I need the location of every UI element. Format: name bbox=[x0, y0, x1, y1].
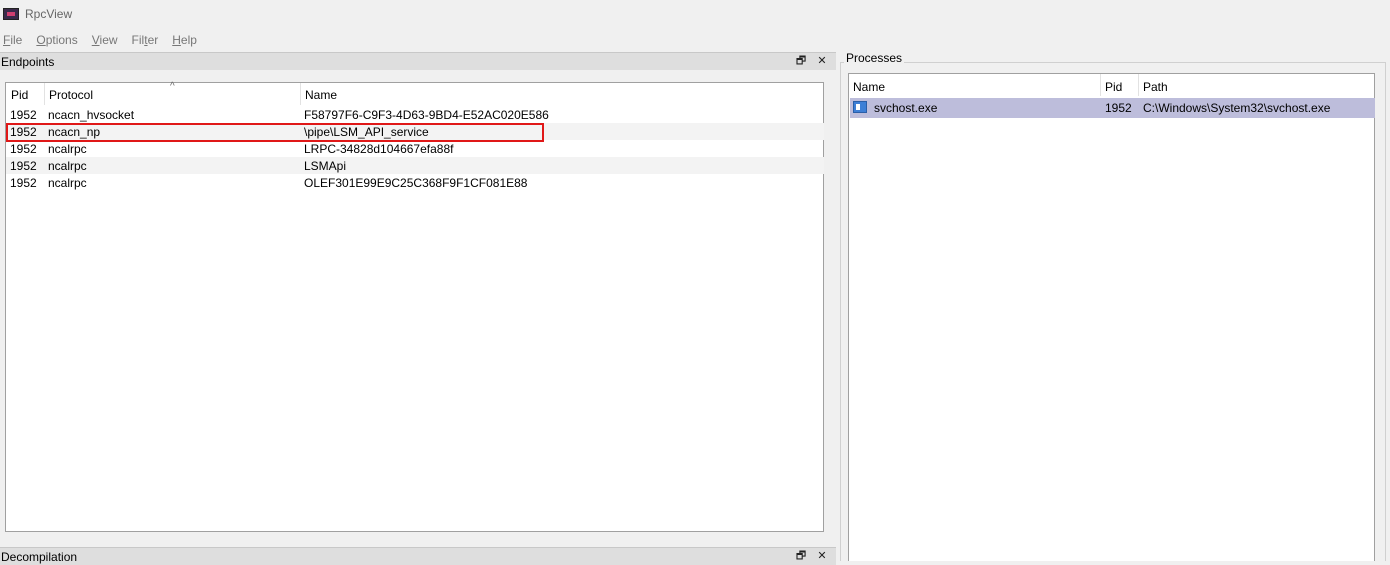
cell-pid: 1952 bbox=[10, 142, 37, 156]
cell-process-pid: 1952 bbox=[1105, 101, 1132, 115]
highlight-annotation-box bbox=[6, 123, 544, 142]
rpcview-app-icon bbox=[3, 8, 19, 20]
column-header-protocol[interactable]: Protocol bbox=[49, 88, 93, 102]
menu-view[interactable]: View bbox=[89, 33, 122, 47]
process-window-icon bbox=[853, 101, 867, 113]
menu-bar: File Options View Filter Help bbox=[0, 30, 1390, 50]
cell-name: F58797F6-C9F3-4D63-9BD4-E52AC020E586 bbox=[304, 108, 549, 122]
menu-filter[interactable]: Filter bbox=[129, 33, 163, 47]
title-bar: RpcView bbox=[0, 0, 1390, 28]
process-row-selected[interactable]: svchost.exe 1952 C:\Windows\System32\svc… bbox=[850, 98, 1375, 118]
column-header-pid[interactable]: Pid bbox=[1105, 80, 1122, 94]
table-row[interactable]: 1952 ncalrpc LRPC-34828d104667efa88f bbox=[6, 140, 824, 157]
column-divider[interactable] bbox=[44, 83, 45, 105]
restore-icon[interactable]: 🗗 bbox=[794, 53, 808, 69]
menu-options[interactable]: Options bbox=[33, 33, 81, 47]
sort-indicator-icon: ^ bbox=[170, 81, 175, 92]
column-divider[interactable] bbox=[1138, 74, 1139, 96]
cell-name: OLEF301E99E9C25C368F9F1CF081E88 bbox=[304, 176, 528, 190]
cell-name: LRPC-34828d104667efa88f bbox=[304, 142, 454, 156]
column-header-name[interactable]: Name bbox=[853, 80, 885, 94]
table-row[interactable]: 1952 ncacn_hvsocket F58797F6-C9F3-4D63-9… bbox=[6, 106, 824, 123]
cell-protocol: ncacn_hvsocket bbox=[48, 108, 135, 122]
cell-protocol: ncalrpc bbox=[48, 142, 87, 156]
menu-help[interactable]: Help bbox=[169, 33, 201, 47]
endpoints-table-header: ^ Pid Protocol Name bbox=[6, 81, 823, 105]
endpoints-panel-title: Endpoints bbox=[1, 54, 55, 69]
cell-pid: 1952 bbox=[10, 176, 37, 190]
close-icon[interactable]: ✕ bbox=[815, 548, 829, 564]
table-row[interactable]: 1952 ncalrpc LSMApi bbox=[6, 157, 824, 174]
decompilation-panel-header: Decompilation 🗗 ✕ bbox=[0, 547, 836, 565]
column-divider[interactable] bbox=[300, 83, 301, 105]
cell-process-name: svchost.exe bbox=[874, 101, 938, 115]
menu-file[interactable]: File bbox=[0, 33, 26, 47]
column-header-path[interactable]: Path bbox=[1143, 80, 1168, 94]
endpoints-panel-header: Endpoints 🗗 ✕ bbox=[0, 52, 836, 70]
processes-table: Name Pid Path svchost.exe 1952 C:\Window… bbox=[848, 73, 1375, 561]
cell-protocol: ncalrpc bbox=[48, 159, 87, 173]
column-header-name[interactable]: Name bbox=[305, 88, 337, 102]
table-row[interactable]: 1952 ncalrpc OLEF301E99E9C25C368F9F1CF08… bbox=[6, 174, 824, 191]
cell-pid: 1952 bbox=[10, 159, 37, 173]
endpoints-table: ^ Pid Protocol Name 1952 ncacn_hvsocket … bbox=[5, 81, 824, 532]
close-icon[interactable]: ✕ bbox=[815, 53, 829, 69]
processes-panel-title: Processes bbox=[844, 51, 905, 65]
window-title: RpcView bbox=[25, 7, 73, 21]
restore-icon[interactable]: 🗗 bbox=[794, 548, 808, 564]
column-divider[interactable] bbox=[1100, 74, 1101, 96]
column-header-pid[interactable]: Pid bbox=[11, 88, 28, 102]
cell-process-path: C:\Windows\System32\svchost.exe bbox=[1143, 101, 1331, 115]
cell-name: LSMApi bbox=[304, 159, 347, 173]
cell-pid: 1952 bbox=[10, 108, 37, 122]
cell-protocol: ncalrpc bbox=[48, 176, 87, 190]
decompilation-panel-title: Decompilation bbox=[1, 549, 78, 564]
